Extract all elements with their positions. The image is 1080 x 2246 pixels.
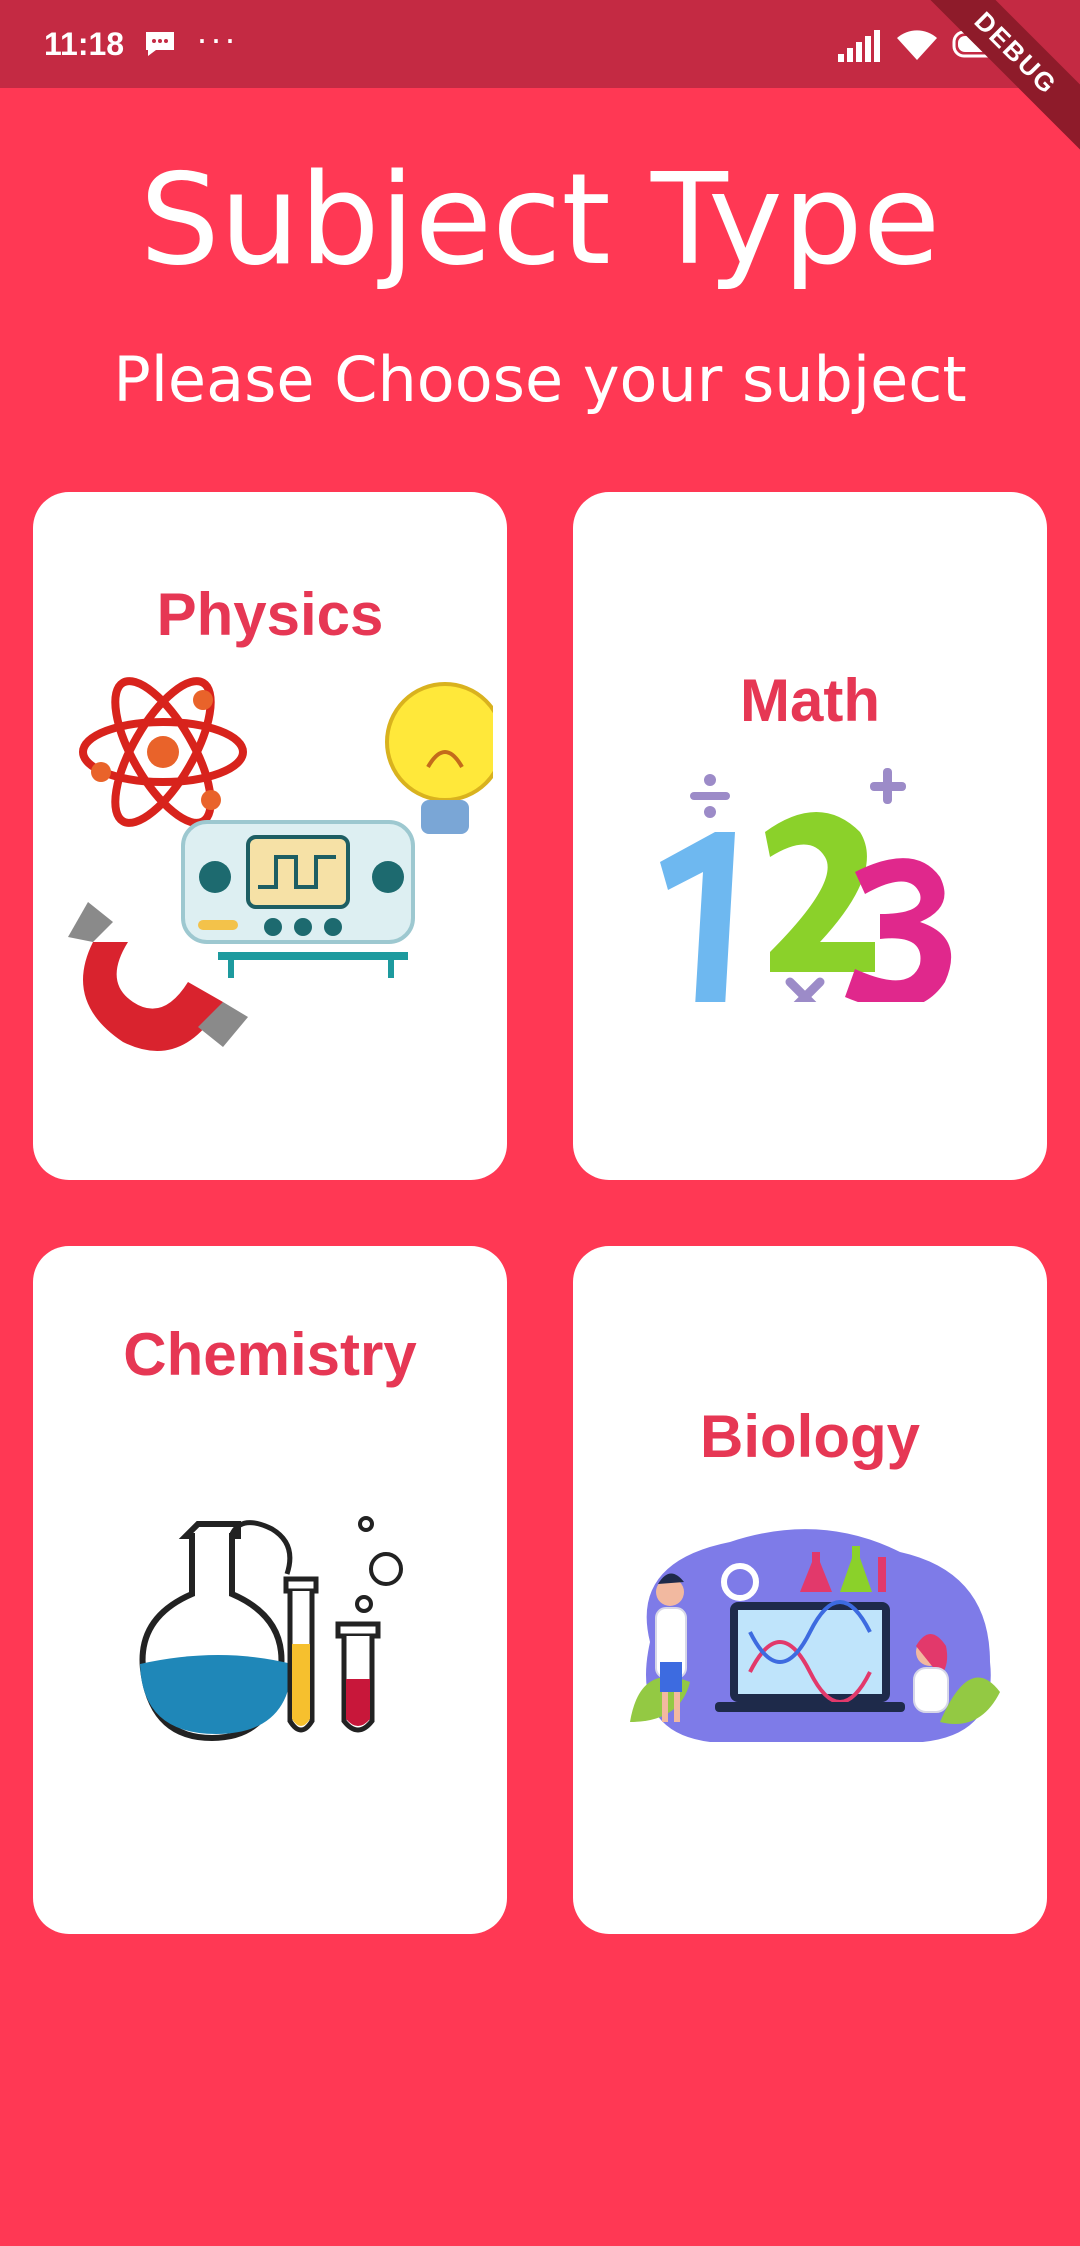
biology-lab-icon	[630, 1529, 1000, 1742]
subject-card-biology[interactable]: Biology	[573, 1246, 1047, 1934]
subject-card-physics[interactable]: Physics	[33, 492, 507, 1180]
more-notifications-icon: ···	[196, 18, 238, 59]
subject-card-chemistry[interactable]: Chemistry	[33, 1246, 507, 1934]
page-subtitle: Please Choose your subject	[113, 343, 967, 416]
chemistry-flask-icon	[139, 1516, 403, 1742]
subject-card-math[interactable]: Math	[573, 492, 1047, 1180]
subject-label-chemistry: Chemistry	[123, 1321, 417, 1388]
subject-label-biology: Biology	[700, 1403, 920, 1470]
signal-icon	[838, 30, 880, 62]
wifi-icon	[897, 30, 937, 60]
message-icon	[146, 32, 174, 56]
status-time: 11:18	[44, 26, 125, 62]
subject-label-physics: Physics	[156, 581, 384, 648]
debug-banner: DEBUG	[907, 0, 1080, 162]
physics-icon	[68, 677, 493, 1051]
status-bar: 11:18 ··· DEBUG	[0, 0, 1080, 162]
math-123-icon	[660, 768, 952, 1002]
subject-label-math: Math	[740, 667, 880, 734]
page-title: Subject Type	[139, 146, 941, 293]
